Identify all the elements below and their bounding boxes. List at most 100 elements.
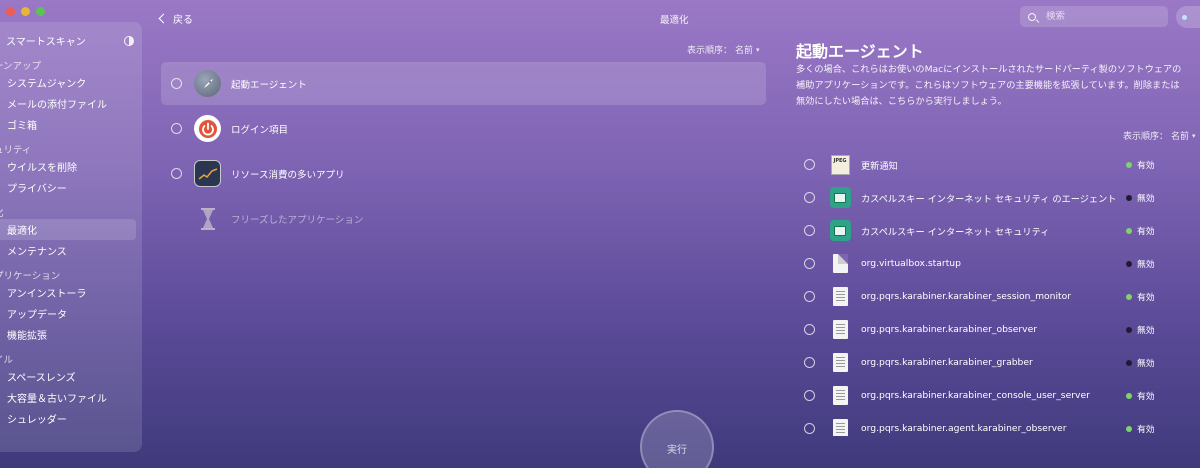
agent-name: org.pqrs.karabiner.agent.karabiner_obser… bbox=[861, 423, 1067, 434]
select-radio[interactable] bbox=[804, 225, 815, 236]
rocket-icon bbox=[194, 70, 221, 97]
sidebar-item-smart-scan[interactable]: スマートスキャン bbox=[6, 33, 134, 48]
status-toggle[interactable]: 有効 bbox=[1126, 290, 1155, 303]
select-radio[interactable] bbox=[804, 423, 815, 434]
agent-row[interactable]: JPEG 更新通知 有効 bbox=[796, 148, 1196, 181]
sidebar-item-optimization[interactable]: 最適化 bbox=[0, 219, 136, 240]
sidebar-item-label: アップデータ bbox=[7, 310, 67, 321]
select-radio[interactable] bbox=[804, 390, 815, 401]
middle-sort-control[interactable]: 表示順序： 名前 ▾ bbox=[687, 43, 760, 57]
sidebar-item-trash[interactable]: ゴミ箱 bbox=[0, 114, 136, 135]
status-label: 有効 bbox=[1137, 161, 1155, 171]
status-dot bbox=[1126, 326, 1132, 333]
status-toggle[interactable]: 無効 bbox=[1126, 356, 1155, 369]
hourglass-icon bbox=[194, 205, 221, 232]
agent-name: org.pqrs.karabiner.karabiner_observer bbox=[861, 324, 1038, 335]
text-file-icon bbox=[829, 286, 851, 308]
list-item-label: ログイン項目 bbox=[231, 124, 289, 136]
sidebar: スマートスキャン ーンアップ システムジャンク メールの添付ファイル ゴミ箱 ュ… bbox=[0, 22, 142, 452]
select-radio[interactable] bbox=[804, 159, 815, 170]
activity-chart-icon bbox=[194, 160, 221, 187]
sidebar-item-label: スマートスキャン bbox=[6, 37, 86, 48]
status-toggle[interactable]: 有効 bbox=[1126, 224, 1155, 237]
status-label: 有効 bbox=[1137, 227, 1155, 237]
agent-row[interactable]: カスペルスキー インターネット セキュリティ 有効 bbox=[796, 214, 1196, 247]
agent-name: org.pqrs.karabiner.karabiner_console_use… bbox=[861, 390, 1090, 401]
sidebar-item-shredder[interactable]: シュレッダー bbox=[0, 408, 136, 429]
sidebar-item-maintenance[interactable]: メンテナンス bbox=[0, 240, 136, 261]
sidebar-item-updater[interactable]: アップデータ bbox=[0, 303, 136, 324]
agent-row[interactable]: org.pqrs.karabiner.karabiner_grabber 無効 bbox=[796, 346, 1196, 379]
sidebar-item-malware-removal[interactable]: ウイルスを削除 bbox=[0, 156, 136, 177]
sidebar-item-space-lens[interactable]: スペースレンズ bbox=[0, 366, 136, 387]
select-radio[interactable] bbox=[804, 192, 815, 203]
sidebar-item-mail-attachments[interactable]: メールの添付ファイル bbox=[0, 93, 136, 114]
zoom-window-button[interactable] bbox=[36, 7, 45, 16]
select-radio[interactable] bbox=[804, 291, 815, 302]
select-radio[interactable] bbox=[171, 78, 182, 89]
agent-row[interactable]: org.virtualbox.startup 無効 bbox=[796, 247, 1196, 280]
sidebar-item-label: ウイルスを削除 bbox=[7, 163, 77, 174]
agent-row[interactable]: カスペルスキー インターネット セキュリティ のエージェント 無効 bbox=[796, 181, 1196, 214]
status-toggle[interactable]: 無効 bbox=[1126, 323, 1155, 336]
status-toggle[interactable]: 有効 bbox=[1126, 389, 1155, 402]
agent-row[interactable]: org.pqrs.karabiner.agent.karabiner_obser… bbox=[796, 412, 1196, 436]
status-dot bbox=[1126, 227, 1132, 234]
sidebar-item-system-junk[interactable]: システムジャンク bbox=[0, 72, 136, 93]
back-button[interactable]: 戻る bbox=[158, 11, 193, 26]
status-label: 無効 bbox=[1137, 260, 1155, 270]
status-toggle[interactable]: 有効 bbox=[1126, 158, 1155, 171]
kaspersky-icon bbox=[829, 220, 851, 242]
select-radio[interactable] bbox=[804, 258, 815, 269]
detail-sort-control[interactable]: 表示順序： 名前 ▾ bbox=[1123, 129, 1196, 143]
status-label: 無効 bbox=[1137, 194, 1155, 204]
sidebar-section-security: ュリティ bbox=[0, 145, 32, 156]
sidebar-item-large-old-files[interactable]: 大容量＆古いファイル bbox=[0, 387, 136, 408]
sidebar-item-uninstaller[interactable]: アンインストーラ bbox=[0, 282, 136, 303]
status-toggle[interactable]: 有効 bbox=[1126, 422, 1155, 435]
sidebar-section-speed: 化 bbox=[0, 205, 4, 219]
assistant-button[interactable] bbox=[1176, 6, 1200, 28]
minimize-window-button[interactable] bbox=[21, 7, 30, 16]
status-dot bbox=[1126, 293, 1132, 300]
sidebar-section-files: イル bbox=[0, 355, 14, 366]
status-toggle[interactable]: 無効 bbox=[1126, 191, 1155, 204]
sidebar-item-label: メンテナンス bbox=[7, 247, 67, 258]
search-input[interactable] bbox=[1046, 11, 1146, 22]
text-file-icon bbox=[829, 385, 851, 407]
status-label: 有効 bbox=[1137, 392, 1155, 402]
jpg-file-icon: JPEG bbox=[829, 154, 851, 176]
sidebar-section-applications: プリケーション bbox=[0, 271, 61, 282]
power-icon bbox=[194, 115, 221, 142]
list-item-label: リソース消費の多いアプリ bbox=[231, 169, 345, 181]
list-item-login-items[interactable]: ログイン項目 bbox=[161, 107, 766, 150]
text-file-icon bbox=[829, 319, 851, 341]
sidebar-item-label: ゴミ箱 bbox=[7, 121, 37, 132]
sort-label: 表示順序： bbox=[687, 46, 733, 56]
select-radio[interactable] bbox=[171, 168, 182, 179]
run-button[interactable]: 実行 bbox=[640, 410, 714, 468]
sidebar-item-label: プライバシー bbox=[7, 184, 67, 195]
status-dot bbox=[1126, 359, 1132, 366]
sidebar-item-extensions[interactable]: 機能拡張 bbox=[0, 324, 136, 345]
detail-title: 起動エージェント bbox=[796, 42, 924, 61]
list-item-heavy-consumers[interactable]: リソース消費の多いアプリ bbox=[161, 152, 766, 195]
run-label: 実行 bbox=[667, 445, 687, 456]
select-radio[interactable] bbox=[804, 357, 815, 368]
agent-row[interactable]: org.pqrs.karabiner.karabiner_session_mon… bbox=[796, 280, 1196, 313]
select-radio[interactable] bbox=[171, 123, 182, 134]
status-toggle[interactable]: 無効 bbox=[1126, 257, 1155, 270]
select-radio[interactable] bbox=[804, 324, 815, 335]
search-box[interactable] bbox=[1020, 6, 1168, 27]
agent-row[interactable]: org.pqrs.karabiner.karabiner_observer 無効 bbox=[796, 313, 1196, 346]
sidebar-item-label: システムジャンク bbox=[7, 79, 87, 90]
sidebar-item-label: シュレッダー bbox=[7, 415, 67, 426]
page-title: 最適化 bbox=[660, 15, 689, 26]
list-item-launch-agents[interactable]: 起動エージェント bbox=[161, 62, 766, 105]
sidebar-item-privacy[interactable]: プライバシー bbox=[0, 177, 136, 198]
close-window-button[interactable] bbox=[6, 7, 15, 16]
agent-row[interactable]: org.pqrs.karabiner.karabiner_console_use… bbox=[796, 379, 1196, 412]
status-dot bbox=[1126, 392, 1132, 399]
agent-list[interactable]: JPEG 更新通知 有効 カスペルスキー インターネット セキュリティ のエージ… bbox=[796, 148, 1196, 436]
sidebar-item-label: 最適化 bbox=[7, 226, 37, 237]
